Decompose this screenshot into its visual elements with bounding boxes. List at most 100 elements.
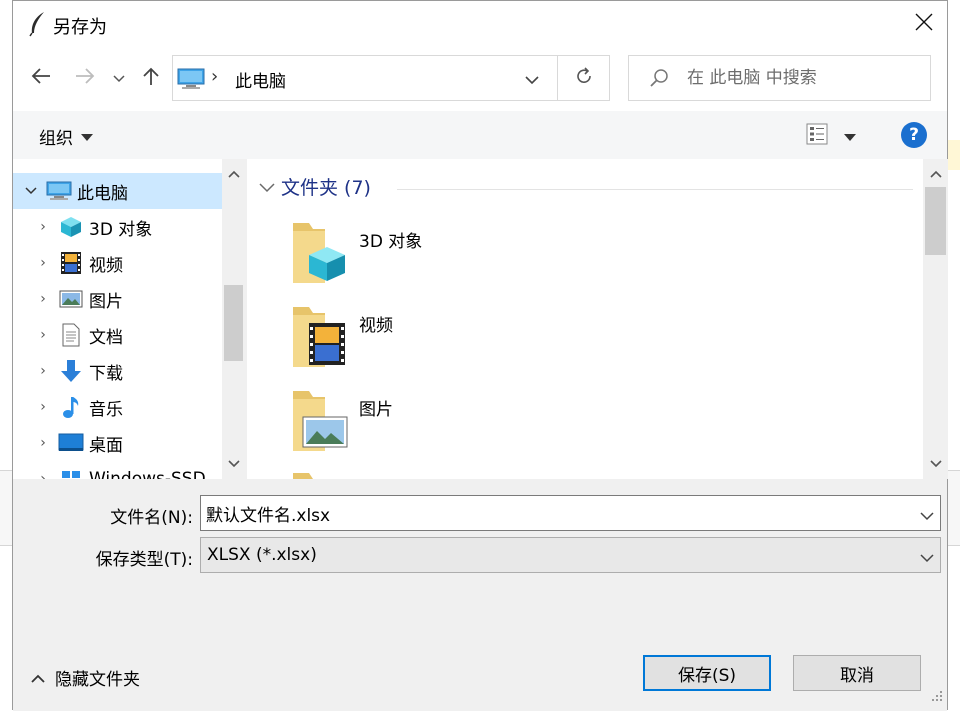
sidebar-item-label: Windows-SSD <box>89 469 206 479</box>
chevron-down-icon[interactable] <box>17 183 45 199</box>
chevron-down-icon <box>920 548 934 568</box>
refresh-icon <box>575 66 593 90</box>
breadcrumb-separator-icon: › <box>211 66 219 87</box>
search-box[interactable] <box>628 55 931 101</box>
folder-item-pictures[interactable]: 图片 <box>289 389 589 469</box>
sidebar-item-windows-ssd[interactable]: › Windows-SSD <box>25 461 234 479</box>
address-dropdown-icon[interactable] <box>525 70 539 90</box>
hide-folders-toggle[interactable]: 隐藏文件夹 <box>31 665 140 690</box>
chevron-right-icon[interactable]: › <box>29 219 57 235</box>
scroll-up-icon[interactable] <box>923 163 948 183</box>
sidebar-item-label: 视频 <box>89 255 123 276</box>
help-button[interactable]: ? <box>901 122 927 148</box>
sidebar-item-this-pc[interactable]: 此电脑 <box>13 173 222 209</box>
folder-name: 3D 对象 <box>359 232 423 252</box>
chevron-down-icon <box>113 68 125 88</box>
filetype-label: 保存类型(T): <box>95 550 193 570</box>
organize-label: 组织 <box>39 129 73 149</box>
chevron-up-icon <box>31 668 45 688</box>
sidebar-item-pictures[interactable]: › 图片 <box>25 281 234 317</box>
resize-grip-icon[interactable] <box>931 687 943 707</box>
computer-icon <box>45 179 73 203</box>
navigation-bar: › 此电脑 <box>13 47 947 111</box>
folder-item-videos[interactable]: 视频 <box>289 305 589 385</box>
scroll-down-icon[interactable] <box>222 453 245 473</box>
chevron-right-icon[interactable]: › <box>29 471 57 479</box>
change-view-button[interactable] <box>806 123 856 150</box>
sidebar-item-downloads[interactable]: › 下载 <box>25 353 234 389</box>
address-bar[interactable]: › 此电脑 <box>172 55 610 101</box>
filetype-value: XLSX (*.xlsx) <box>207 545 317 565</box>
sidebar-item-documents[interactable]: › 文档 <box>25 317 234 353</box>
save-as-dialog: 另存为 › 此电脑 在 此电脑 中搜索 组织 ? 此电脑 › 3D 对象 › 视… <box>12 0 948 711</box>
save-button[interactable]: 保存(S) <box>643 655 771 691</box>
sidebar-item-videos[interactable]: › 视频 <box>25 245 234 281</box>
navigation-scrollbar[interactable] <box>222 159 245 479</box>
save-form: 文件名(N): 保存类型(T): XLSX (*.xlsx) 隐藏文件夹 保存(… <box>13 479 947 711</box>
video-icon <box>57 251 85 275</box>
chevron-right-icon[interactable]: › <box>29 327 57 343</box>
refresh-button[interactable] <box>557 56 609 100</box>
filename-label: 文件名(N): <box>110 508 193 528</box>
organize-button[interactable]: 组织 <box>39 124 93 149</box>
chevron-right-icon[interactable]: › <box>29 291 57 307</box>
up-button[interactable] <box>137 63 165 93</box>
folder-item-partial[interactable] <box>289 471 589 479</box>
help-icon: ? <box>909 125 919 145</box>
chevron-right-icon[interactable]: › <box>29 255 57 271</box>
music-icon <box>57 395 85 419</box>
sidebar-item-label: 图片 <box>89 291 123 312</box>
sidebar-item-label: 此电脑 <box>77 183 128 204</box>
folder-name: 视频 <box>359 316 393 336</box>
caret-down-icon <box>81 127 93 147</box>
background-highlight <box>948 140 960 170</box>
search-icon <box>649 68 669 93</box>
sidebar-item-3d-objects[interactable]: › 3D 对象 <box>25 209 234 245</box>
arrow-right-icon <box>75 67 95 90</box>
recent-locations-button[interactable] <box>109 63 129 93</box>
caret-down-icon <box>844 127 856 147</box>
back-button[interactable] <box>27 63 55 93</box>
feather-icon <box>27 11 49 37</box>
desktop-icon <box>57 431 85 455</box>
3d-objects-folder-icon <box>289 221 349 287</box>
command-bar: 组织 ? <box>13 111 947 159</box>
sidebar-item-music[interactable]: › 音乐 <box>25 389 234 425</box>
group-divider <box>397 189 913 190</box>
scrollbar-thumb[interactable] <box>925 187 946 255</box>
folder-item-3d-objects[interactable]: 3D 对象 <box>289 221 589 301</box>
chevron-right-icon[interactable]: › <box>29 363 57 379</box>
breadcrumb-this-pc[interactable]: 此电脑 <box>235 67 286 92</box>
documents-icon <box>57 323 85 347</box>
sidebar-item-desktop[interactable]: › 桌面 <box>25 425 234 461</box>
arrow-left-icon <box>31 67 51 90</box>
details-view-icon <box>806 123 830 150</box>
forward-button[interactable] <box>71 63 99 93</box>
chevron-right-icon[interactable]: › <box>29 435 57 451</box>
scroll-up-icon[interactable] <box>222 163 245 183</box>
chevron-down-icon[interactable] <box>920 506 934 526</box>
arrow-up-icon <box>142 66 160 91</box>
scroll-down-icon[interactable] <box>923 453 948 473</box>
video-folder-icon <box>289 305 349 371</box>
scrollbar-thumb[interactable] <box>224 285 243 361</box>
title-bar: 另存为 <box>13 1 947 47</box>
folder-name: 图片 <box>359 400 393 420</box>
chevron-right-icon[interactable]: › <box>29 399 57 415</box>
file-list-scrollbar[interactable] <box>923 159 948 479</box>
filename-field[interactable] <box>206 501 896 525</box>
cancel-button[interactable]: 取消 <box>793 655 921 691</box>
chevron-down-icon <box>259 176 275 198</box>
computer-icon <box>177 68 205 95</box>
filetype-select[interactable]: XLSX (*.xlsx) <box>200 537 941 573</box>
sidebar-item-label: 3D 对象 <box>89 219 153 240</box>
sidebar-item-label: 文档 <box>89 327 123 348</box>
pictures-icon <box>57 287 85 311</box>
dialog-title: 另存为 <box>53 17 107 38</box>
3d-objects-icon <box>57 215 85 239</box>
close-button[interactable] <box>901 1 947 47</box>
drive-icon <box>57 467 85 479</box>
search-input[interactable] <box>687 66 917 90</box>
filename-combobox[interactable] <box>200 495 941 531</box>
folders-group-header[interactable]: 文件夹 (7) <box>259 173 371 200</box>
